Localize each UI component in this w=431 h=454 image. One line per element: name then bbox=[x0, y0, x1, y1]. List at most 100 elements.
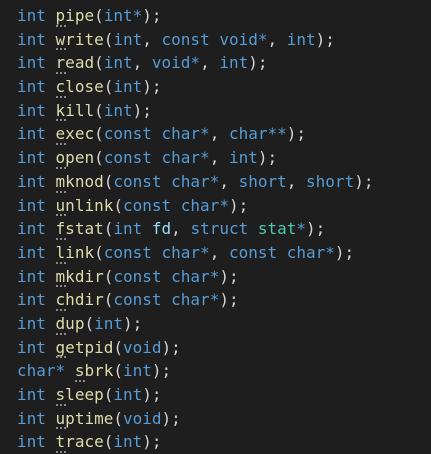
function-name-wrapper[interactable]: pipe bbox=[55, 4, 95, 28]
return-type: char* bbox=[17, 361, 66, 381]
parameter-token: char** bbox=[228, 124, 287, 144]
function-name[interactable]: mkdir bbox=[56, 267, 104, 286]
function-name-wrapper[interactable]: mknod bbox=[55, 170, 104, 194]
function-name-wrapper[interactable]: close bbox=[55, 75, 104, 99]
code-line[interactable]: int fstat (int fd, struct stat*); bbox=[17, 217, 373, 241]
suggestion-dots-indicator bbox=[55, 95, 66, 98]
open-paren: ( bbox=[103, 77, 114, 97]
function-name-wrapper[interactable]: read bbox=[55, 51, 95, 75]
function-name-wrapper[interactable]: write bbox=[55, 28, 104, 52]
function-name[interactable]: getpid bbox=[56, 338, 114, 357]
code-line[interactable]: int uptime (void); bbox=[17, 407, 373, 431]
statement-end: ); bbox=[334, 242, 355, 262]
function-name-wrapper[interactable]: link bbox=[55, 241, 95, 265]
parameter-token: int bbox=[113, 77, 143, 97]
code-line[interactable]: int kill (int); bbox=[17, 99, 373, 123]
function-name-wrapper[interactable]: dup bbox=[55, 312, 85, 336]
parameter-token: int bbox=[113, 219, 143, 239]
statement-end: ); bbox=[161, 408, 181, 428]
open-paren: ( bbox=[94, 6, 104, 25]
return-type: int bbox=[17, 290, 46, 310]
code-line[interactable]: int link (const char*, const char*); bbox=[17, 241, 373, 265]
function-name[interactable]: uptime bbox=[56, 409, 114, 428]
function-name[interactable]: kill bbox=[56, 101, 95, 120]
suggestion-dots-indicator bbox=[55, 143, 66, 146]
function-name[interactable]: mknod bbox=[56, 172, 104, 191]
code-line[interactable]: int close (int); bbox=[17, 75, 373, 99]
function-name-wrapper[interactable]: mkdir bbox=[55, 265, 104, 289]
function-name[interactable]: write bbox=[56, 30, 104, 49]
function-name[interactable]: fstat bbox=[56, 219, 104, 238]
function-name-wrapper[interactable]: getpid bbox=[55, 336, 114, 360]
function-name[interactable]: dup bbox=[56, 314, 85, 333]
code-editor[interactable]: int pipe (int*); int write (int, const void… bbox=[0, 0, 431, 454]
function-name-wrapper[interactable]: chdir bbox=[55, 288, 104, 312]
function-name[interactable]: link bbox=[56, 243, 95, 262]
open-paren: ( bbox=[103, 432, 114, 452]
function-name-wrapper[interactable]: kill bbox=[55, 99, 95, 123]
code-line[interactable]: int exec (const char*, char**); bbox=[17, 122, 373, 146]
parameter-token: void bbox=[122, 408, 162, 428]
parameter-token: const char* bbox=[113, 266, 220, 286]
function-name[interactable]: close bbox=[56, 77, 104, 96]
code-line[interactable]: int dup (int); bbox=[17, 312, 373, 336]
function-name[interactable]: sbrk bbox=[75, 361, 114, 380]
function-name-wrapper[interactable]: unlink bbox=[55, 194, 114, 218]
code-line[interactable]: int chdir (const char*); bbox=[17, 288, 373, 312]
code-line[interactable]: int write (int, const void*, int); bbox=[17, 28, 373, 52]
function-name[interactable]: trace bbox=[56, 432, 104, 451]
statement-end: ); bbox=[306, 219, 326, 239]
code-line[interactable]: int mkdir (const char*); bbox=[17, 265, 373, 289]
folded-region-indicator[interactable] bbox=[56, 0, 66, 1]
code-line[interactable]: char* sbrk (int); bbox=[17, 359, 373, 383]
return-type: int bbox=[17, 266, 46, 286]
function-name-wrapper[interactable]: fstat bbox=[55, 217, 104, 241]
suggestion-dots-indicator bbox=[55, 403, 66, 406]
code-line[interactable]: int read (int, void*, int); bbox=[17, 51, 373, 75]
statement-end: ); bbox=[142, 6, 162, 25]
code-line[interactable]: int unlink (const char*); bbox=[17, 194, 373, 218]
code-line[interactable]: int sleep (int); bbox=[17, 383, 373, 407]
open-paren: ( bbox=[94, 124, 104, 144]
function-name-wrapper[interactable]: trace bbox=[55, 430, 104, 454]
function-name-wrapper[interactable]: sbrk bbox=[74, 359, 114, 383]
function-name-wrapper[interactable]: open bbox=[55, 146, 95, 170]
open-paren: ( bbox=[103, 385, 114, 404]
function-name[interactable]: unlink bbox=[56, 196, 114, 215]
function-name[interactable]: sleep bbox=[56, 385, 104, 404]
function-name[interactable]: read bbox=[56, 53, 95, 72]
open-paren: ( bbox=[113, 337, 123, 357]
code-line[interactable]: int getpid (void); bbox=[17, 336, 373, 360]
function-name-wrapper[interactable]: exec bbox=[55, 122, 95, 146]
parameter-token: const char* bbox=[103, 242, 210, 262]
code-line[interactable]: int mknod (const char*, short, short); bbox=[17, 170, 373, 194]
parameter-token: , bbox=[267, 29, 287, 49]
suggestion-dots-indicator bbox=[55, 308, 66, 311]
function-name-wrapper[interactable]: uptime bbox=[55, 407, 114, 431]
open-paren: ( bbox=[113, 361, 123, 381]
suggestion-dots-indicator bbox=[55, 119, 66, 122]
open-paren: ( bbox=[94, 100, 104, 120]
open-paren: ( bbox=[103, 29, 114, 49]
parameter-token: void bbox=[122, 337, 162, 357]
function-name[interactable]: pipe bbox=[56, 6, 95, 25]
code-line[interactable]: int trace (int); bbox=[17, 430, 373, 454]
function-name[interactable]: open bbox=[56, 148, 95, 167]
function-name[interactable]: chdir bbox=[56, 290, 104, 309]
code-line[interactable]: int pipe (int*); bbox=[17, 4, 373, 28]
parameter-token bbox=[248, 219, 258, 238]
code-line[interactable]: int open (const char*, int); bbox=[17, 146, 373, 170]
parameter-token: int bbox=[219, 53, 249, 73]
function-name[interactable]: exec bbox=[56, 124, 95, 143]
return-type: int bbox=[17, 432, 46, 452]
function-name-wrapper[interactable]: sleep bbox=[55, 383, 104, 407]
statement-end: ); bbox=[123, 313, 143, 333]
